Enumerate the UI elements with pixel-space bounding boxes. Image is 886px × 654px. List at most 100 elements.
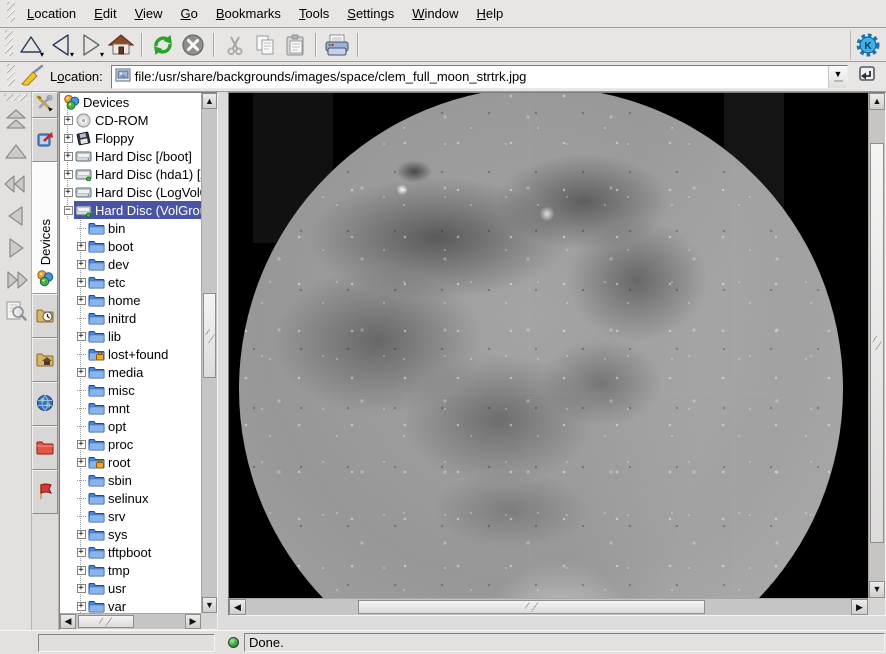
tree-item-boot[interactable]: +boot: [60, 237, 201, 255]
tree-expander[interactable]: +: [77, 440, 86, 449]
panel-splitter[interactable]: [218, 92, 228, 630]
sidebar-configure-button[interactable]: [32, 92, 58, 118]
scroll-down-button[interactable]: ▼: [202, 597, 217, 613]
tree-item-bin[interactable]: bin: [60, 219, 201, 237]
sidebar-tab-bookmarks[interactable]: [32, 118, 58, 162]
tree-item-mnt[interactable]: mnt: [60, 399, 201, 417]
nav-double-up-button[interactable]: [2, 106, 30, 136]
sidebar-tab-root-folder[interactable]: [32, 426, 58, 470]
tree-item-sbin[interactable]: sbin: [60, 471, 201, 489]
location-dropdown-button[interactable]: ▼: [828, 66, 847, 88]
nav-up-button[interactable]: [2, 138, 30, 168]
view-hscroll-thumb[interactable]: [358, 600, 705, 614]
menu-location[interactable]: Location: [18, 2, 85, 25]
nav-toolbar-drag-handle[interactable]: [4, 94, 28, 101]
tree-vertical-scrollbar[interactable]: ▲ ▼: [201, 93, 217, 613]
scroll-right-button[interactable]: ▶: [185, 614, 201, 629]
tree-item-proc[interactable]: +proc: [60, 435, 201, 453]
sidebar-tab-devices[interactable]: Devices: [32, 162, 58, 294]
tree-item-hard-disc-volgrou[interactable]: −Hard Disc (VolGrou: [60, 201, 201, 219]
menu-edit[interactable]: Edit: [85, 2, 125, 25]
tree-expander[interactable]: +: [64, 134, 73, 143]
location-combobox[interactable]: file:/usr/share/backgrounds/images/space…: [111, 65, 848, 89]
moon-image-view[interactable]: [229, 93, 868, 598]
tree-item-var[interactable]: +var: [60, 597, 201, 613]
sidebar-tab-history[interactable]: [32, 294, 58, 338]
tree-expander[interactable]: +: [77, 242, 86, 251]
go-button[interactable]: [854, 64, 880, 90]
tree-item-etc[interactable]: +etc: [60, 273, 201, 291]
tree-item-floppy[interactable]: +Floppy: [60, 129, 201, 147]
tree-item-tmp[interactable]: +tmp: [60, 561, 201, 579]
nav-double-left-button[interactable]: [2, 170, 30, 200]
tree-hscroll-thumb[interactable]: [78, 615, 134, 628]
tree-expander[interactable]: +: [64, 170, 73, 179]
scroll-down-button[interactable]: ▼: [869, 581, 885, 598]
tree-item-dev[interactable]: +dev: [60, 255, 201, 273]
stop-button[interactable]: [178, 30, 208, 60]
tree-vscroll-thumb[interactable]: [203, 293, 216, 378]
tree-item-misc[interactable]: misc: [60, 381, 201, 399]
toolbar-drag-handle[interactable]: [5, 30, 13, 56]
menu-view[interactable]: View: [126, 2, 172, 25]
tree-item-hard-disc-logvol0[interactable]: +Hard Disc (LogVol0: [60, 183, 201, 201]
tree-item-opt[interactable]: opt: [60, 417, 201, 435]
scroll-left-button[interactable]: ◀: [60, 614, 76, 629]
tree-expander[interactable]: +: [77, 602, 86, 611]
menu-help[interactable]: Help: [468, 2, 513, 25]
up-button[interactable]: ▾: [16, 30, 46, 60]
sidebar-tab-network[interactable]: [32, 382, 58, 426]
copy-button[interactable]: [250, 30, 280, 60]
scroll-up-button[interactable]: ▲: [202, 93, 217, 109]
tree-expander[interactable]: +: [77, 368, 86, 377]
clear-location-button[interactable]: [18, 64, 46, 90]
print-button[interactable]: [322, 30, 352, 60]
cut-button[interactable]: [220, 30, 250, 60]
nav-left-button[interactable]: [2, 202, 30, 232]
tree-item-initrd[interactable]: initrd: [60, 309, 201, 327]
locationbar-drag-handle[interactable]: [7, 64, 15, 86]
nav-find-button[interactable]: [2, 298, 30, 328]
view-horizontal-scrollbar[interactable]: ◀ ▶: [229, 598, 868, 615]
tree-expander[interactable]: +: [64, 188, 73, 197]
nav-right-button[interactable]: [2, 234, 30, 264]
tree-horizontal-scrollbar[interactable]: ◀ ▶: [60, 613, 201, 629]
reload-button[interactable]: [148, 30, 178, 60]
forward-button[interactable]: ▾: [76, 30, 106, 60]
tree-item-srv[interactable]: srv: [60, 507, 201, 525]
tree-expander[interactable]: +: [64, 152, 73, 161]
tree-expander[interactable]: +: [77, 584, 86, 593]
tree-item-selinux[interactable]: selinux: [60, 489, 201, 507]
tree-expander[interactable]: +: [77, 260, 86, 269]
scroll-up-button[interactable]: ▲: [869, 93, 885, 110]
location-input[interactable]: file:/usr/share/backgrounds/images/space…: [112, 66, 828, 88]
paste-button[interactable]: [280, 30, 310, 60]
back-button[interactable]: ▾: [46, 30, 76, 60]
menu-settings[interactable]: Settings: [338, 2, 403, 25]
tree-item-cd-rom[interactable]: +CD-ROM: [60, 111, 201, 129]
scroll-right-button[interactable]: ▶: [851, 599, 868, 615]
tree-expander[interactable]: +: [77, 530, 86, 539]
menu-go[interactable]: Go: [172, 2, 207, 25]
tree-item-sys[interactable]: +sys: [60, 525, 201, 543]
sidebar-tab-services[interactable]: [32, 470, 58, 514]
tree-item-lib[interactable]: +lib: [60, 327, 201, 345]
tree-item-hard-disc-hda1-[interactable]: +Hard Disc (hda1) [/: [60, 165, 201, 183]
tree-item-hard-disc-boot-[interactable]: +Hard Disc [/boot]: [60, 147, 201, 165]
tree-expander[interactable]: +: [77, 332, 86, 341]
sidebar-tab-home[interactable]: [32, 338, 58, 382]
tree-item-lost+found[interactable]: lost+found: [60, 345, 201, 363]
view-vscroll-thumb[interactable]: [870, 143, 884, 543]
view-vertical-scrollbar[interactable]: ▲ ▼: [868, 93, 885, 598]
menubar-drag-handle[interactable]: [7, 2, 15, 22]
tree-expander[interactable]: +: [77, 458, 86, 467]
tree-item-media[interactable]: +media: [60, 363, 201, 381]
scroll-left-button[interactable]: ◀: [229, 599, 246, 615]
tree-expander[interactable]: +: [77, 548, 86, 557]
tree-item-tftpboot[interactable]: +tftpboot: [60, 543, 201, 561]
tree-item-usr[interactable]: +usr: [60, 579, 201, 597]
tree-item-home[interactable]: +home: [60, 291, 201, 309]
tree-expander[interactable]: +: [64, 116, 73, 125]
nav-double-right-button[interactable]: [2, 266, 30, 296]
tree-item-root[interactable]: +root: [60, 453, 201, 471]
